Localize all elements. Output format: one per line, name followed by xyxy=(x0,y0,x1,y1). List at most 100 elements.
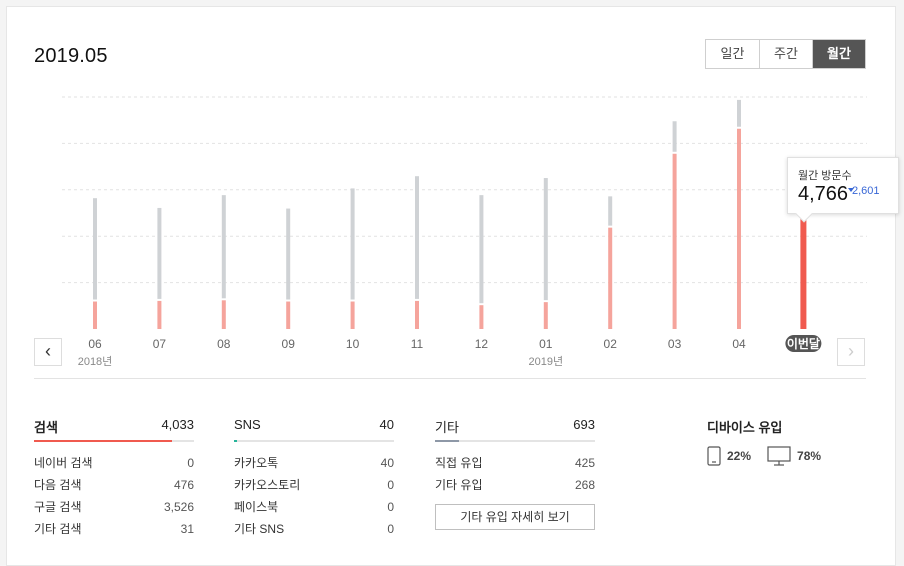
bar-segment-lower[interactable] xyxy=(737,128,741,329)
bar-segment-lower[interactable] xyxy=(157,300,162,329)
bar-segment-upper[interactable] xyxy=(479,195,484,304)
bar-segment-lower[interactable] xyxy=(800,205,807,329)
sns-share-fill xyxy=(234,440,238,442)
bar-segment-lower[interactable] xyxy=(221,300,226,329)
list-item: 기타 SNS 0 xyxy=(234,518,394,540)
chart-prev-button[interactable]: ‹ xyxy=(34,338,62,366)
item-label: 직접 유입 xyxy=(435,456,483,470)
x-tick-label: 02 xyxy=(604,337,618,351)
tooltip-value: 4,766 xyxy=(798,183,849,205)
sns-header: SNS 40 xyxy=(234,417,394,434)
year-label: 2018년 xyxy=(78,355,113,368)
bar-segment-upper[interactable] xyxy=(350,188,355,300)
item-value: 31 xyxy=(180,522,194,536)
list-item: 카카오톡 40 xyxy=(234,452,394,474)
item-value: 476 xyxy=(173,478,194,492)
item-label: 기타 SNS xyxy=(234,522,285,536)
item-value: 40 xyxy=(380,456,394,470)
bar-segment-upper[interactable] xyxy=(93,198,97,300)
x-tick-label: 06 xyxy=(88,337,102,351)
bar-segment-lower[interactable] xyxy=(479,305,484,329)
list-item: 기타 검색 31 xyxy=(34,518,194,540)
bar-segment-lower[interactable] xyxy=(415,300,419,329)
bar-segment-upper[interactable] xyxy=(543,178,548,301)
pc-percent: 78% xyxy=(797,449,822,463)
item-value: 268 xyxy=(574,478,595,492)
item-value: 0 xyxy=(387,500,394,514)
bar-segment-upper[interactable] xyxy=(221,195,226,299)
item-value: 0 xyxy=(187,456,194,470)
x-tick-label: 07 xyxy=(153,337,167,351)
bar-segment-upper[interactable] xyxy=(672,121,677,152)
search-header: 검색 4,033 xyxy=(34,417,194,435)
bar-segment-lower[interactable] xyxy=(350,301,355,329)
list-item: 네이버 검색 0 xyxy=(34,452,194,474)
bar-segment-upper[interactable] xyxy=(608,196,613,226)
x-tick-label: 08 xyxy=(217,337,231,351)
x-tick-label: 10 xyxy=(346,337,360,351)
sns-section: SNS 40 카카오톡 40 카카오스토리 0 페이스북 0 기타 SNS 0 xyxy=(234,417,394,540)
x-tick-label: 09 xyxy=(282,337,296,351)
item-label: 카카오스토리 xyxy=(234,478,301,492)
chart-next-button[interactable]: › xyxy=(837,338,865,366)
list-item: 카카오스토리 0 xyxy=(234,474,394,496)
item-label: 다음 검색 xyxy=(34,478,82,492)
monthly-visits-chart: 06 07 08 09 10 11 12 01 02 03 04 이번달 2018년 2019년 xyxy=(62,96,867,368)
monitor-icon xyxy=(767,446,791,466)
mobile-percent: 22% xyxy=(727,449,752,463)
bar-segment-lower[interactable] xyxy=(672,153,677,329)
bar-segment-upper[interactable] xyxy=(286,208,291,300)
search-share-bar xyxy=(34,440,194,442)
x-tick-label: 03 xyxy=(668,337,682,351)
x-tick-label: 이번달 xyxy=(787,336,820,351)
other-section: 기타 693 직접 유입 425 기타 유입 268 기타 유입 자세히 보기 xyxy=(435,417,595,530)
bar-segment-lower[interactable] xyxy=(543,302,548,329)
search-title: 검색 xyxy=(34,420,58,435)
item-label: 네이버 검색 xyxy=(34,456,93,470)
search-total: 4,033 xyxy=(161,417,194,432)
item-label: 카카오톡 xyxy=(234,456,279,470)
device-section: 디바이스 유입 22% 78% xyxy=(707,417,837,466)
item-value: 0 xyxy=(387,522,394,536)
list-item: 구글 검색 3,526 xyxy=(34,496,194,518)
item-label: 페이스북 xyxy=(234,500,279,514)
bar-segment-upper[interactable] xyxy=(157,207,162,299)
tooltip-label: 월간 방문수 xyxy=(798,170,852,182)
item-value: 3,526 xyxy=(163,500,194,514)
tooltip-diff: 2,601 xyxy=(852,185,880,197)
bar-segment-lower[interactable] xyxy=(608,227,613,329)
bar-segment-lower[interactable] xyxy=(286,301,291,329)
visitor-stats-card: 2019.05 일간 주간 월간 06 07 08 09 10 11 12 01 02 03 04 이… xyxy=(6,6,899,566)
search-section: 검색 4,033 네이버 검색 0 다음 검색 476 구글 검색 3,526 기타 … xyxy=(34,417,194,540)
sns-total: 40 xyxy=(379,417,394,432)
other-header: 기타 693 xyxy=(435,417,595,435)
x-tick-label: 04 xyxy=(732,337,746,351)
other-title: 기타 xyxy=(435,420,459,435)
x-tick-label: 01 xyxy=(539,337,553,351)
year-label: 2019년 xyxy=(529,355,564,368)
list-item: 기타 유입 268 xyxy=(435,474,595,496)
section-divider xyxy=(34,378,866,379)
item-label: 구글 검색 xyxy=(34,500,82,514)
device-row: 22% 78% xyxy=(707,446,837,466)
chart-tooltip: 월간 방문수 4,766 2,601 xyxy=(787,157,899,223)
item-label: 기타 검색 xyxy=(34,522,82,536)
mobile-icon xyxy=(707,446,721,466)
x-tick-label: 11 xyxy=(411,337,424,351)
search-share-fill xyxy=(34,440,172,442)
bar-segment-upper[interactable] xyxy=(415,176,419,299)
bar-segment-lower[interactable] xyxy=(93,301,97,329)
item-value: 425 xyxy=(574,456,595,470)
list-item: 페이스북 0 xyxy=(234,496,394,518)
sns-title: SNS xyxy=(234,417,261,432)
bar-segment-upper[interactable] xyxy=(737,99,741,127)
other-share-bar xyxy=(435,440,595,442)
other-detail-button[interactable]: 기타 유입 자세히 보기 xyxy=(435,504,595,530)
list-item: 직접 유입 425 xyxy=(435,452,595,474)
x-tick-label: 12 xyxy=(475,337,489,351)
list-item: 다음 검색 476 xyxy=(34,474,194,496)
item-label: 기타 유입 xyxy=(435,478,483,492)
sns-share-bar xyxy=(234,440,394,442)
device-title: 디바이스 유입 xyxy=(707,420,783,435)
other-share-fill xyxy=(435,440,459,442)
